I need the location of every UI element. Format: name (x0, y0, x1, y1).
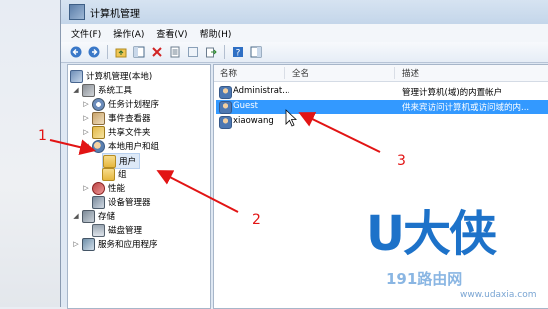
annotation-number-3: 3 (397, 153, 406, 169)
annotation-arrow-3 (298, 112, 381, 153)
watermark-url: www.udaxia.com (460, 290, 537, 300)
annotation-arrow-2 (156, 170, 239, 213)
watermark-logo: U大侠 (366, 206, 497, 262)
watermark-site: 191路由网 (386, 270, 463, 288)
annotation-number-2: 2 (252, 212, 261, 228)
annotation-number-1: 1 (38, 128, 47, 144)
mouse-cursor-icon (285, 109, 298, 127)
annotation-arrow-1 (49, 139, 96, 156)
